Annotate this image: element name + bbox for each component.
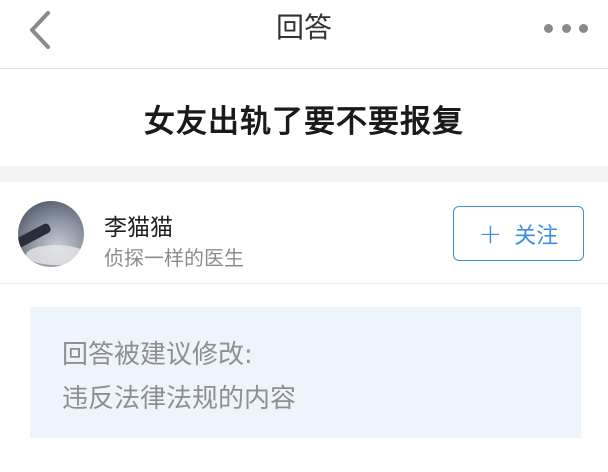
moderation-notice: 回答被建议修改: 违反法律法规的内容 — [30, 307, 581, 438]
top-nav-bar: 回答 — [0, 0, 608, 69]
more-dot — [561, 23, 571, 33]
notice-line-2: 违反法律法规的内容 — [62, 384, 297, 414]
more-horizontal-icon[interactable] — [544, 18, 588, 38]
plus-icon: + — [478, 216, 503, 250]
notice-line-1: 回答被建议修改: — [62, 340, 253, 370]
question-title: 女友出轨了要不要报复 — [144, 103, 464, 140]
more-dot — [544, 23, 553, 33]
author-name[interactable]: 李猫猫 — [104, 208, 173, 242]
author-row: 李猫猫 侦探一样的医生 + 关注 — [0, 182, 608, 284]
question-header[interactable]: 女友出轨了要不要报复 — [0, 70, 608, 166]
follow-button[interactable]: + 关注 — [453, 206, 584, 261]
section-divider — [0, 166, 608, 182]
follow-label: 关注 — [514, 223, 559, 249]
page-title: 回答 — [275, 11, 332, 44]
more-dot — [579, 23, 588, 33]
avatar[interactable] — [18, 201, 84, 267]
author-bio: 侦探一样的医生 — [104, 246, 244, 270]
avatar-cloud — [26, 245, 84, 265]
